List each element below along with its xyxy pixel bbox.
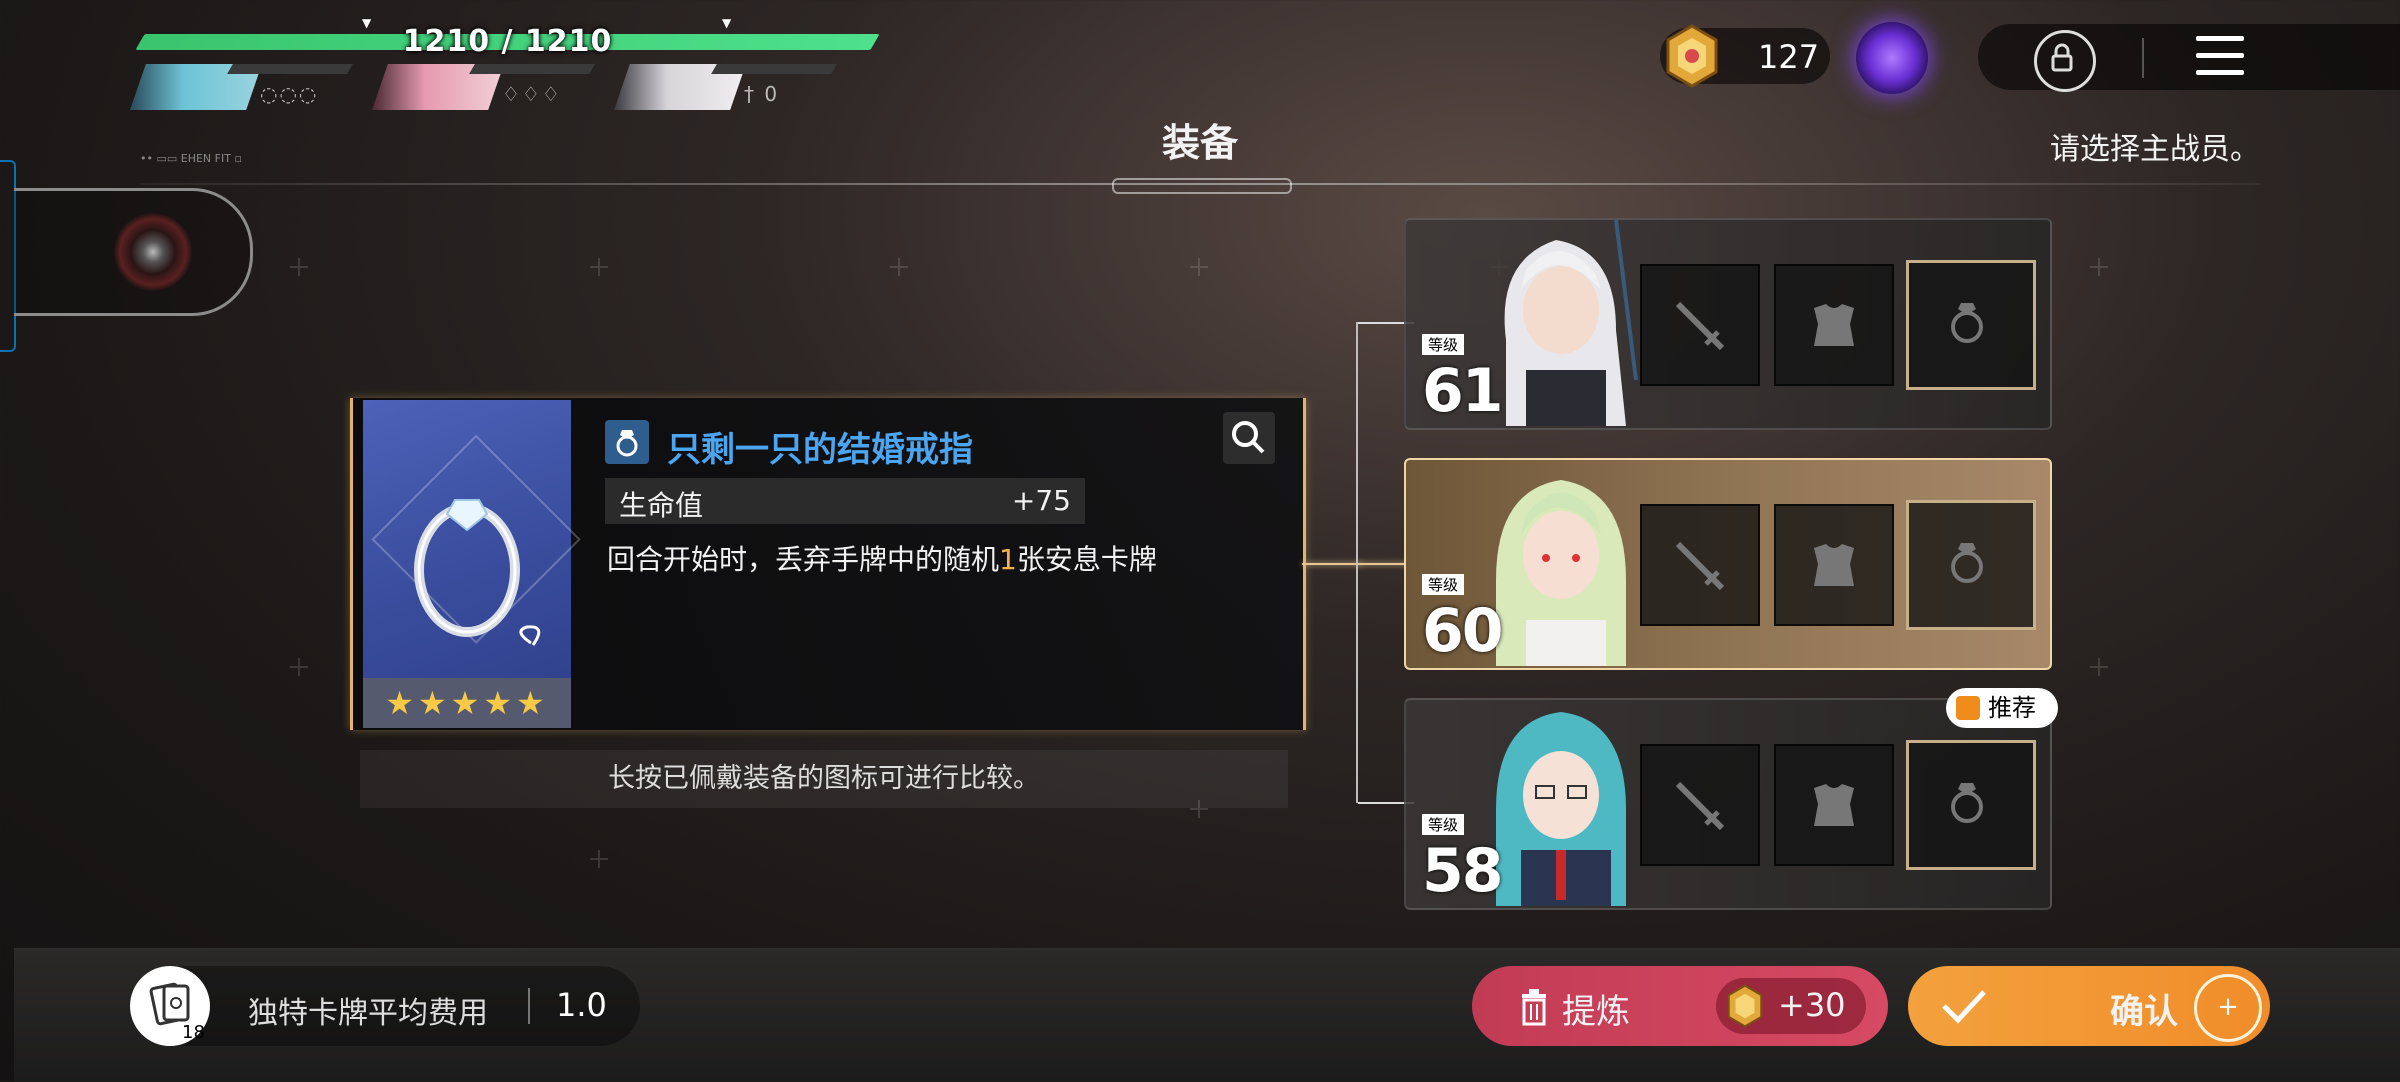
character-row[interactable]: 等级 61 <box>1404 218 2052 430</box>
sword-icon <box>1675 781 1725 831</box>
divider <box>528 988 530 1024</box>
check-icon <box>1942 990 1986 1024</box>
armor-slot[interactable] <box>1774 744 1894 866</box>
level-label: 等级 <box>1422 814 1465 835</box>
refine-reward-value: +30 <box>1778 986 1846 1024</box>
stat-row: 生命值 +75 <box>605 478 1085 524</box>
dark-relic-icon <box>114 213 192 291</box>
level-label: 等级 <box>1422 334 1465 355</box>
item-artwork: ★★★★★ <box>363 400 581 728</box>
refine-label: 提炼 <box>1562 992 1630 1032</box>
menu-button[interactable] <box>2196 36 2244 76</box>
inspect-button[interactable] <box>1223 412 1275 464</box>
lock-button[interactable] <box>2034 30 2096 92</box>
rarity-stars: ★★★★★ <box>363 678 571 728</box>
accessory-slot[interactable] <box>1906 500 2036 630</box>
ring-slot-icon <box>1951 783 1983 823</box>
divider <box>2142 38 2144 78</box>
item-name: 只剩一只的结婚戒指 <box>667 430 973 470</box>
level-label: 等级 <box>1422 574 1465 595</box>
character-row[interactable]: 等级 58 <box>1404 698 2052 910</box>
hamburger-icon <box>2196 36 2244 41</box>
deck-count: 18 <box>182 1022 205 1043</box>
plus-icon: + <box>2194 974 2262 1042</box>
trash-icon <box>1522 989 1546 1026</box>
sword-icon <box>1675 301 1725 351</box>
weapon-slot[interactable] <box>1640 504 1760 626</box>
select-hint: 请选择主战员。 <box>2050 132 2260 167</box>
armor-icon <box>1814 784 1854 826</box>
accessory-slot[interactable] <box>1906 740 2036 870</box>
accessory-slot[interactable] <box>1906 260 2036 390</box>
cost-value: 1.0 <box>556 986 607 1024</box>
ring-icon <box>605 420 649 464</box>
member-bar <box>227 64 353 74</box>
stat-value: +75 <box>1011 484 1071 517</box>
confirm-button[interactable]: 确认 + <box>1908 966 2270 1046</box>
item-description: 回合开始时，丢弃手牌中的随机1张安息卡牌 <box>607 543 1157 576</box>
currency-counter[interactable]: 127 <box>1660 24 1830 88</box>
connector-line <box>1302 563 1362 565</box>
party-member-1[interactable]: ◌◌◌ <box>130 64 370 110</box>
stat-label: 生命值 <box>619 489 704 522</box>
armor-icon <box>1814 304 1854 346</box>
cost-label: 独特卡牌平均费用 <box>248 996 488 1031</box>
party-member-3[interactable]: † 0 <box>614 64 854 110</box>
page-title: 装备 <box>1161 121 1238 165</box>
party-hp-bar: ▼ ▼ 1210 / 1210 <box>135 16 880 59</box>
confirm-label: 确认 <box>2110 992 2178 1032</box>
member-status-icons: ◌◌◌ <box>260 82 319 106</box>
recommend-badge: 推荐 <box>1946 688 2058 728</box>
armor-slot[interactable] <box>1774 264 1894 386</box>
tiny-label: •• ▭▭ EHEN FIT ▫ <box>140 152 242 165</box>
gem-icon <box>1727 984 1763 1028</box>
armor-slot[interactable] <box>1774 504 1894 626</box>
level-value: 60 <box>1422 596 1503 666</box>
level-value: 58 <box>1422 836 1503 906</box>
hp-text: 1210 / 1210 <box>402 24 613 59</box>
character-row-selected[interactable]: 等级 60 <box>1404 458 2052 670</box>
gem-icon <box>1666 24 1718 88</box>
refine-reward: +30 <box>1716 978 1866 1034</box>
weapon-slot[interactable] <box>1640 744 1760 866</box>
member-status-icons: † 0 <box>744 82 780 106</box>
sword-icon <box>1675 541 1725 591</box>
currency-value: 127 <box>1758 38 1820 76</box>
relic-emblem[interactable] <box>14 188 253 316</box>
equipment-card: ★★★★★ 只剩一只的结婚戒指 生命值 +75 回合开始时，丢弃手牌中的随机1张… <box>350 398 1306 730</box>
ring-slot-icon <box>1951 303 1983 343</box>
member-bar <box>469 64 595 74</box>
thumbs-up-icon <box>1956 696 1980 720</box>
level-value: 61 <box>1422 356 1503 426</box>
member-bar <box>711 64 837 74</box>
armor-icon <box>1814 544 1854 586</box>
member-status-icons: ♢♢♢ <box>502 82 562 106</box>
recommend-label: 推荐 <box>1988 694 2036 722</box>
compare-tip: 长按已佩戴装备的图标可进行比较。 <box>360 750 1288 808</box>
purple-relic-icon[interactable] <box>1856 22 1928 94</box>
refine-button[interactable]: 提炼 +30 <box>1472 966 1888 1046</box>
header-divider-ornament <box>1112 178 1292 194</box>
weapon-slot[interactable] <box>1640 264 1760 386</box>
search-icon <box>1232 421 1265 454</box>
lock-icon <box>2051 43 2073 72</box>
ring-slot-icon <box>1951 543 1983 583</box>
party-member-2[interactable]: ♢♢♢ <box>372 64 612 110</box>
ring-image <box>414 499 541 646</box>
